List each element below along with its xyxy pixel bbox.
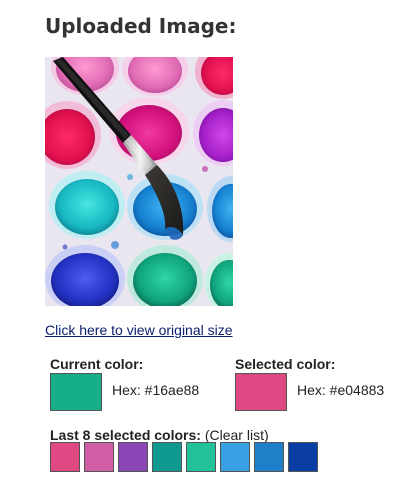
selected-color-swatch xyxy=(235,373,287,411)
recent-color-swatch[interactable] xyxy=(186,442,216,472)
clear-list-link[interactable]: (Clear list) xyxy=(205,427,269,443)
recent-color-swatch[interactable] xyxy=(84,442,114,472)
view-original-size-link[interactable]: Click here to view original size xyxy=(45,321,233,339)
recent-color-swatch[interactable] xyxy=(50,442,80,472)
recent-color-swatch[interactable] xyxy=(220,442,250,472)
recent-color-swatch[interactable] xyxy=(118,442,148,472)
recent-colors-label: Last 8 selected colors: xyxy=(50,427,201,443)
current-color-swatch xyxy=(50,373,102,411)
recent-color-swatch[interactable] xyxy=(152,442,182,472)
recent-color-swatch[interactable] xyxy=(254,442,284,472)
current-color-label: Current color: xyxy=(50,356,144,372)
page-heading: Uploaded Image: xyxy=(45,14,237,38)
selected-color-label: Selected color: xyxy=(235,356,336,372)
selected-color-hex: Hex: #e04883 xyxy=(297,382,385,398)
uploaded-image[interactable] xyxy=(45,57,233,306)
current-color-hex: Hex: #16ae88 xyxy=(112,382,200,398)
recent-color-swatches xyxy=(50,442,318,472)
recent-color-swatch[interactable] xyxy=(288,442,318,472)
